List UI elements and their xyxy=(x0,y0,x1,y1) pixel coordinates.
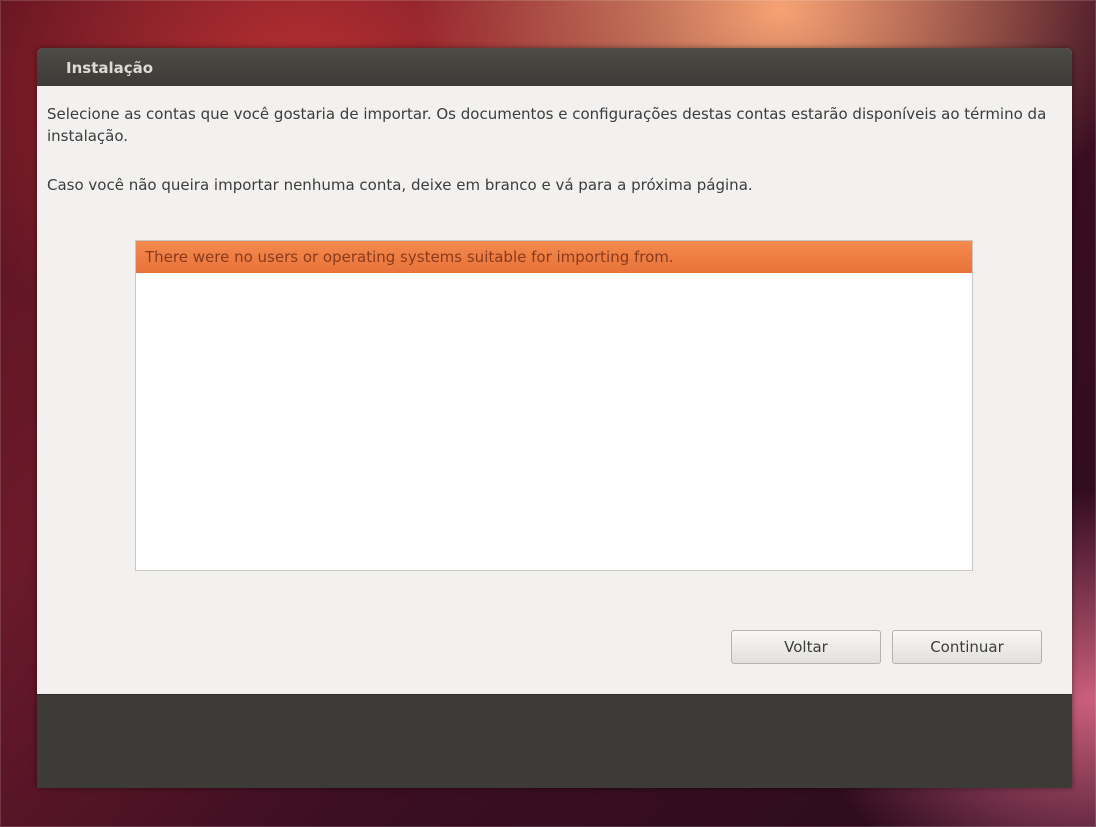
list-item-label: There were no users or operating systems… xyxy=(145,248,674,266)
import-description: Selecione as contas que você gostaria de… xyxy=(47,105,1047,145)
list-item[interactable]: There were no users or operating systems… xyxy=(136,241,972,273)
skip-hint: Caso você não queira importar nenhuma co… xyxy=(47,176,753,194)
accounts-list[interactable]: There were no users or operating systems… xyxy=(135,240,973,571)
progress-footer xyxy=(37,694,1072,788)
dialog-content: Selecione as contas que você gostaria de… xyxy=(37,86,1072,694)
window-titlebar[interactable]: Instalação xyxy=(37,48,1072,86)
back-button[interactable]: Voltar xyxy=(731,630,881,664)
window-title: Instalação xyxy=(66,59,154,77)
continue-button[interactable]: Continuar xyxy=(892,630,1042,664)
installer-window: Instalação Selecione as contas que você … xyxy=(37,48,1072,788)
